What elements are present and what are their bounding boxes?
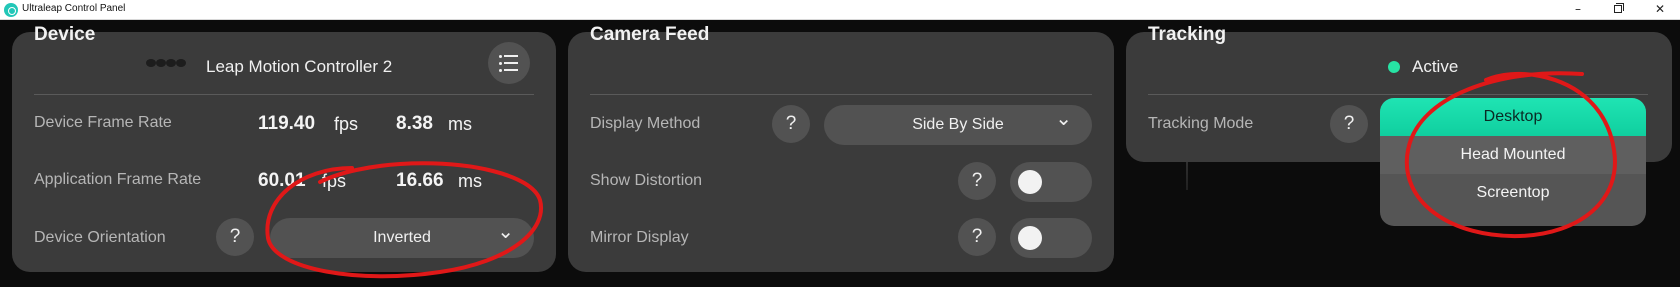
tracking-mode-option[interactable]: Desktop [1380, 98, 1646, 136]
application-fps-unit: fps [322, 171, 347, 191]
display-method-dropdown[interactable]: Side By Side ⌄ [824, 105, 1092, 145]
tracking-mode-dropdown-list: Desktop Head Mounted Screentop [1380, 98, 1646, 226]
application-ms-value: 16.66 [396, 170, 444, 191]
application-frame-rate-label: Application Frame Rate [34, 171, 202, 188]
device-frame-rate-label: Device Frame Rate [34, 114, 172, 131]
toggle-knob [1018, 226, 1042, 250]
show-distortion-toggle[interactable] [1010, 162, 1092, 202]
status-indicator-icon [1388, 61, 1400, 73]
device-ms-value: 8.38 [396, 113, 433, 134]
device-ms-unit: ms [448, 114, 472, 134]
device-menu-button[interactable] [488, 42, 530, 84]
application-fps-value: 60.01 [258, 170, 306, 191]
chevron-down-icon: ⌄ [497, 221, 514, 243]
tracking-mode-help-button[interactable]: ? [1330, 105, 1368, 143]
device-orientation-dropdown[interactable]: Inverted ⌄ [270, 218, 534, 258]
device-orientation-label: Device Orientation [34, 229, 166, 246]
camera-separator [590, 94, 1092, 95]
camera-title: Camera Feed [590, 24, 710, 45]
ultraleap-logo-icon [4, 3, 18, 17]
device-orientation-help-button[interactable]: ? [216, 218, 254, 256]
tracking-status: Active [1412, 57, 1459, 76]
chevron-down-icon: ⌄ [1055, 108, 1072, 130]
tracking-mode-option[interactable]: Screentop [1380, 174, 1646, 212]
mirror-display-toggle[interactable] [1010, 218, 1092, 258]
application-ms-unit: ms [458, 171, 482, 191]
tracking-mode-option[interactable]: Head Mounted [1380, 136, 1646, 174]
close-button[interactable]: ✕ [1640, 0, 1680, 20]
show-distortion-label: Show Distortion [590, 172, 703, 189]
tracking-title: Tracking [1148, 24, 1227, 45]
toggle-knob [1018, 170, 1042, 194]
display-method-help-button[interactable]: ? [772, 105, 810, 143]
restore-icon [1614, 3, 1624, 13]
display-method-value: Side By Side [912, 116, 1004, 133]
device-orientation-value: Inverted [373, 229, 431, 246]
device-separator [34, 94, 534, 95]
show-distortion-help-button[interactable]: ? [958, 162, 996, 200]
minimize-button[interactable]: – [1558, 0, 1598, 20]
mirror-display-help-button[interactable]: ? [958, 218, 996, 256]
device-name: Leap Motion Controller 2 [206, 57, 393, 76]
device-title: Device [34, 24, 96, 45]
display-method-label: Display Method [590, 115, 701, 132]
restore-button[interactable] [1598, 0, 1638, 20]
window-title: Ultraleap Control Panel [22, 3, 126, 14]
title-bar: Ultraleap Control Panel – ✕ [0, 0, 1680, 20]
device-fps-value: 119.40 [258, 113, 316, 134]
mirror-display-label: Mirror Display [590, 229, 689, 246]
device-indicator-icon [146, 58, 188, 68]
device-fps-unit: fps [334, 114, 359, 134]
tracking-separator [1148, 94, 1648, 95]
tracking-mode-label: Tracking Mode [1148, 115, 1254, 132]
